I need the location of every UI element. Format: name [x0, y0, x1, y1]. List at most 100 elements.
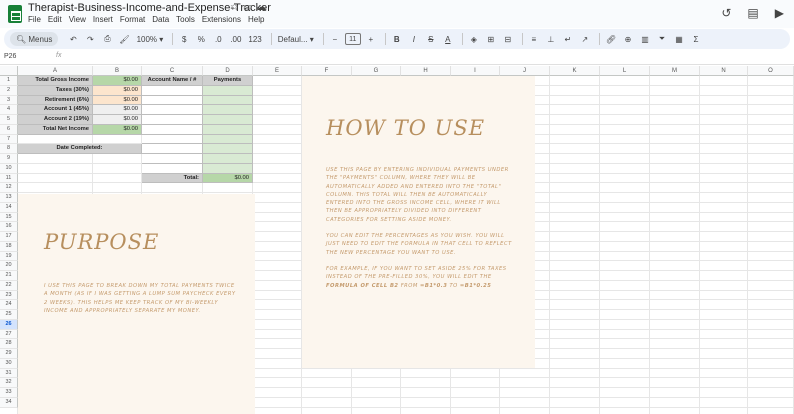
column-header-d[interactable]: D	[203, 66, 253, 76]
row-header-32[interactable]: 32	[0, 378, 18, 388]
row-header-5[interactable]: 5	[0, 115, 18, 125]
print-icon[interactable]: ⎙	[100, 31, 114, 47]
cell-payments-header[interactable]: Payments	[203, 76, 253, 86]
row-header-20[interactable]: 20	[0, 261, 18, 271]
column-header-o[interactable]: O	[748, 66, 794, 76]
comment-add-icon[interactable]: ⊕	[621, 31, 635, 47]
italic-button[interactable]: I	[407, 31, 421, 47]
text-wrap-icon[interactable]: ↵	[561, 31, 575, 47]
menus-search-button[interactable]: 🔍︎ Menus	[10, 32, 59, 46]
cell-total-label[interactable]: Total:	[142, 173, 203, 184]
text-rotation-icon[interactable]: ↗	[578, 31, 592, 47]
menu-insert[interactable]: Insert	[93, 15, 113, 24]
chart-icon[interactable]: ▥	[638, 31, 652, 47]
menu-view[interactable]: View	[69, 15, 86, 24]
cloud-status-icon[interactable]: ☁	[256, 2, 270, 13]
row-header-30[interactable]: 30	[0, 358, 18, 369]
cell-account-name-entry[interactable]	[142, 85, 203, 96]
column-header-i[interactable]: I	[451, 66, 500, 76]
cell-payment-entry[interactable]	[203, 124, 253, 135]
filter-views-icon[interactable]: ▦	[672, 31, 686, 47]
row-header-2[interactable]: 2	[0, 85, 18, 96]
row-header-29[interactable]: 29	[0, 349, 18, 359]
font-select[interactable]: Defaul... ▾	[276, 31, 316, 47]
select-all-corner[interactable]	[0, 66, 18, 76]
row-header-9[interactable]: 9	[0, 154, 18, 164]
row-header-26[interactable]: 26	[0, 319, 18, 330]
row-header-28[interactable]: 28	[0, 339, 18, 349]
cell-payment-entry[interactable]	[203, 95, 253, 106]
row-header-16[interactable]: 16	[0, 222, 18, 232]
row-header-24[interactable]: 24	[0, 300, 18, 310]
column-header-m[interactable]: M	[650, 66, 700, 76]
row-header-15[interactable]: 15	[0, 212, 18, 223]
folder-icon[interactable]: ▭	[243, 2, 256, 13]
cell-total-gross-value[interactable]: $0.00	[93, 76, 142, 86]
font-size-increase-button[interactable]: +	[364, 31, 378, 47]
menu-tools[interactable]: Tools	[176, 15, 195, 24]
cell-payment-entry[interactable]	[203, 134, 253, 145]
cell-payment-entry[interactable]	[203, 85, 253, 96]
cell-account-name-entry[interactable]	[142, 124, 203, 135]
star-icon[interactable]: ☆	[230, 2, 243, 13]
currency-button[interactable]: $	[177, 31, 191, 47]
row-header-6[interactable]: 6	[0, 124, 18, 135]
column-header-b[interactable]: B	[93, 66, 142, 76]
name-box[interactable]: P26	[4, 53, 44, 63]
column-header-f[interactable]: F	[302, 66, 352, 76]
row-header-31[interactable]: 31	[0, 368, 18, 379]
column-header-a[interactable]: A	[18, 66, 93, 76]
menu-edit[interactable]: Edit	[48, 15, 62, 24]
column-header-c[interactable]: C	[142, 66, 203, 76]
cell-payment-entry[interactable]	[203, 154, 253, 164]
cell-payment-entry[interactable]	[203, 105, 253, 115]
increase-decimal-button[interactable]: .00	[228, 31, 243, 47]
cell-account-name-entry[interactable]	[142, 163, 203, 174]
menu-help[interactable]: Help	[248, 15, 264, 24]
row-header-10[interactable]: 10	[0, 163, 18, 174]
row-header-27[interactable]: 27	[0, 329, 18, 340]
row-header-11[interactable]: 11	[0, 173, 18, 184]
row-header-34[interactable]: 34	[0, 397, 18, 408]
number-format-button[interactable]: 123	[246, 31, 263, 47]
font-size-input[interactable]: 11	[344, 33, 361, 45]
cell-payment-entry[interactable]	[203, 163, 253, 174]
cell-taxes-label[interactable]: Taxes (30%)	[18, 85, 93, 96]
column-header-h[interactable]: H	[401, 66, 451, 76]
cell-payment-entry[interactable]	[203, 115, 253, 125]
row-header-18[interactable]: 18	[0, 241, 18, 252]
functions-button[interactable]: Σ	[689, 31, 703, 47]
row-header-17[interactable]: 17	[0, 232, 18, 242]
cell-date-completed-label[interactable]: Date Completed:	[18, 144, 142, 154]
bold-button[interactable]: B	[390, 31, 404, 47]
align-vertical-icon[interactable]: ⊥	[544, 31, 558, 47]
menu-data[interactable]: Data	[152, 15, 169, 24]
undo-icon[interactable]: ↶	[66, 31, 80, 47]
column-header-g[interactable]: G	[352, 66, 401, 76]
sheets-logo-icon[interactable]	[8, 5, 22, 23]
paint-format-icon[interactable]: 🖌︎	[117, 31, 131, 47]
cell-account2-label[interactable]: Account 2 (19%)	[18, 115, 93, 125]
cell-account-name-entry[interactable]	[142, 134, 203, 145]
menu-file[interactable]: File	[28, 15, 41, 24]
row-header-3[interactable]: 3	[0, 95, 18, 106]
row-header-4[interactable]: 4	[0, 105, 18, 115]
row-header-33[interactable]: 33	[0, 388, 18, 398]
strikethrough-button[interactable]: S	[424, 31, 438, 47]
merge-cells-icon[interactable]: ⊟	[501, 31, 515, 47]
cell-account-name-entry[interactable]	[142, 105, 203, 115]
row-header-1[interactable]: 1	[0, 76, 18, 86]
row-header-22[interactable]: 22	[0, 280, 18, 291]
zoom-select[interactable]: 100% ▾	[135, 31, 166, 47]
row-header-14[interactable]: 14	[0, 202, 18, 213]
cell-account1-label[interactable]: Account 1 (45%)	[18, 105, 93, 115]
row-header-12[interactable]: 12	[0, 183, 18, 193]
fill-color-icon[interactable]: ◈	[467, 31, 481, 47]
percent-button[interactable]: %	[194, 31, 208, 47]
cell-retirement-label[interactable]: Retirement (6%)	[18, 95, 93, 106]
cell-account-name-entry[interactable]	[142, 144, 203, 154]
row-header-8[interactable]: 8	[0, 144, 18, 154]
cell-account2-value[interactable]: $0.00	[93, 115, 142, 125]
cell-account-name-entry[interactable]	[142, 154, 203, 164]
cell-total-value[interactable]: $0.00	[203, 173, 253, 184]
